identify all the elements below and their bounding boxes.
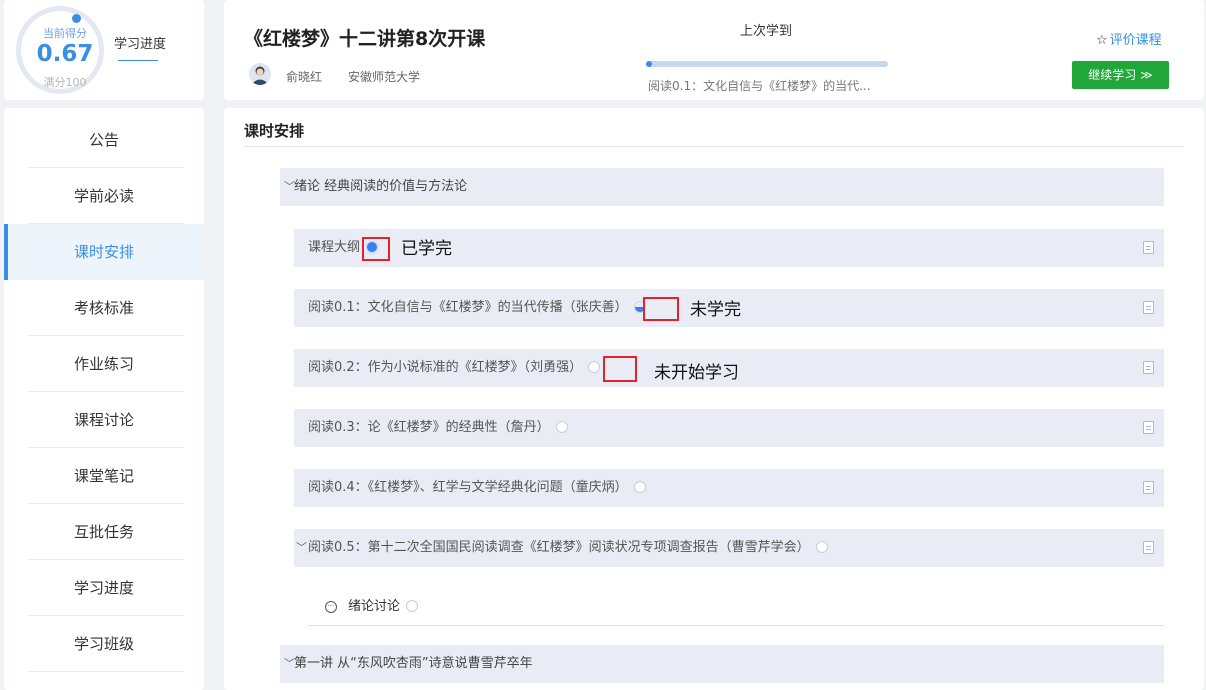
rate-course-link[interactable]: ☆ 评价课程 bbox=[1096, 29, 1162, 48]
sidebar-item-label: 学前必读 bbox=[73, 187, 134, 205]
rate-course-label: 评价课程 bbox=[1109, 33, 1162, 48]
lesson-label: 阅读0.2：作为小说标准的《红楼梦》（刘勇强） bbox=[308, 360, 583, 375]
chevron-down-icon: ﹀ bbox=[296, 541, 307, 554]
document-icon bbox=[1143, 421, 1154, 434]
progress-link-underline bbox=[118, 60, 158, 61]
chapter-label: 绪论 经典阅读的价值与方法论 bbox=[294, 179, 468, 194]
document-icon bbox=[1143, 301, 1154, 314]
sidebar-item-schedule[interactable]: 课时安排 bbox=[4, 224, 204, 280]
sidebar-item-label: 学习班级 bbox=[73, 635, 134, 653]
score-max-label: 满分100 bbox=[43, 76, 87, 89]
school-name: 安徽师范大学 bbox=[348, 70, 421, 84]
course-title: 《红楼梦》十二讲第8次开课 bbox=[244, 28, 486, 50]
score-ring: 当前得分 0.67 满分100 bbox=[16, 6, 104, 94]
sidebar-item-progress[interactable]: 学习进度 bbox=[4, 560, 204, 616]
sidebar-item-class[interactable]: 学习班级 bbox=[4, 616, 204, 672]
sidebar-item-label: 作业练习 bbox=[73, 355, 134, 373]
last-learned-item-link[interactable]: 阅读0.1：文化自信与《红楼梦》的当代... bbox=[648, 77, 871, 94]
lesson-label: 阅读0.3：论《红楼梦》的经典性（詹丹） bbox=[308, 420, 550, 435]
chevron-down-icon: ﹀ bbox=[284, 657, 295, 670]
document-icon bbox=[1143, 361, 1154, 374]
last-learned-label: 上次学到 bbox=[740, 24, 793, 39]
sidebar-item-label: 课程讨论 bbox=[73, 411, 134, 429]
chapter-intro[interactable]: ﹀ 绪论 经典阅读的价值与方法论 bbox=[280, 168, 1164, 206]
annotation-half: 未学完 bbox=[690, 300, 741, 320]
annotation-none: 未开始学习 bbox=[654, 363, 739, 383]
sidebar-item-homework[interactable]: 作业练习 bbox=[4, 336, 204, 392]
schedule-title: 课时安排 bbox=[244, 122, 305, 140]
lesson-label: 阅读0.4：《红楼梦》、红学与文学经典化问题（童庆炳） bbox=[308, 480, 628, 495]
title-divider bbox=[244, 146, 1184, 147]
lesson-label: 课程大纲 bbox=[308, 240, 361, 255]
score-ring-dot bbox=[72, 14, 81, 23]
sidebar-item-peer-review[interactable]: 互批任务 bbox=[4, 504, 204, 560]
continue-learning-button[interactable]: 继续学习 ≫ bbox=[1072, 61, 1169, 89]
chevron-down-icon: ﹀ bbox=[284, 180, 295, 193]
sidebar: 公告 学前必读 课时安排 考核标准 作业练习 课程讨论 课堂笔记 互批任务 学习… bbox=[4, 108, 204, 690]
document-icon bbox=[1143, 541, 1154, 554]
chapter-one[interactable]: ﹀ 第一讲 从“东风吹杏雨”诗意说曹雪芹卒年 bbox=[280, 645, 1164, 683]
discussion-label: 绪论讨论 bbox=[348, 599, 401, 614]
sidebar-item-notes[interactable]: 课堂笔记 bbox=[4, 448, 204, 504]
status-none-icon bbox=[406, 599, 419, 612]
document-icon bbox=[1143, 481, 1154, 494]
schedule-panel: 课时安排 ﹀ 绪论 经典阅读的价值与方法论 课程大纲 阅读0.1：文化自信与《红… bbox=[224, 108, 1204, 690]
chapter-label: 第一讲 从“东风吹杏雨”诗意说曹雪芹卒年 bbox=[294, 656, 533, 671]
sidebar-item-grading[interactable]: 考核标准 bbox=[4, 280, 204, 336]
star-icon: ☆ bbox=[1096, 33, 1108, 48]
status-none-icon bbox=[815, 540, 828, 553]
last-learned-progress-bar bbox=[646, 61, 888, 67]
status-none-icon bbox=[633, 480, 646, 493]
sidebar-item-label: 学习进度 bbox=[73, 579, 134, 597]
teacher-name: 俞晓红 bbox=[286, 70, 323, 84]
score-top-label: 当前得分 bbox=[43, 27, 87, 40]
status-none-icon bbox=[588, 360, 601, 373]
score-card: 当前得分 0.67 满分100 学习进度 bbox=[4, 0, 204, 100]
sidebar-item-label: 考核标准 bbox=[73, 299, 134, 317]
lesson-label: 阅读0.5：第十二次全国国民阅读调查《红楼梦》阅读状况专项调查报告（曹雪芹学会） bbox=[308, 540, 810, 555]
sidebar-item-discussion[interactable]: 课程讨论 bbox=[4, 392, 204, 448]
chat-bubble-icon: ··· bbox=[325, 601, 337, 613]
sidebar-item-prereading[interactable]: 学前必读 bbox=[4, 168, 204, 224]
sidebar-item-label: 课时安排 bbox=[73, 243, 134, 261]
highlight-box-none bbox=[603, 356, 637, 382]
highlight-box-half bbox=[643, 297, 679, 321]
lesson-label: 阅读0.1：文化自信与《红楼梦》的当代传播（张庆善） bbox=[308, 300, 628, 315]
last-learned-progress-fill bbox=[646, 61, 652, 67]
sidebar-item-label: 公告 bbox=[88, 131, 119, 149]
highlight-box-done bbox=[362, 237, 390, 261]
document-icon bbox=[1143, 241, 1154, 254]
lesson-item[interactable]: 阅读0.4：《红楼梦》、红学与文学经典化问题（童庆炳） bbox=[294, 469, 1164, 507]
course-header: 《红楼梦》十二讲第8次开课 俞晓红 安徽师范大学 上次学到 阅读0.1：文化自信… bbox=[224, 0, 1204, 100]
sidebar-item-announcement[interactable]: 公告 bbox=[4, 112, 204, 168]
annotation-done: 已学完 bbox=[401, 239, 452, 259]
learning-progress-link[interactable]: 学习进度 bbox=[114, 33, 166, 52]
sidebar-item-label: 互批任务 bbox=[73, 523, 134, 541]
discussion-item[interactable]: ··· 绪论讨论 bbox=[308, 592, 1164, 626]
status-none-icon bbox=[555, 420, 568, 433]
lesson-item[interactable]: 阅读0.3：论《红楼梦》的经典性（詹丹） bbox=[294, 409, 1164, 447]
sidebar-item-label: 课堂笔记 bbox=[73, 467, 134, 485]
score-value: 0.67 bbox=[36, 41, 94, 67]
lesson-item[interactable]: ﹀ 阅读0.5：第十二次全国国民阅读调查《红楼梦》阅读状况专项调查报告（曹雪芹学… bbox=[294, 529, 1164, 567]
teacher-avatar bbox=[249, 63, 271, 85]
